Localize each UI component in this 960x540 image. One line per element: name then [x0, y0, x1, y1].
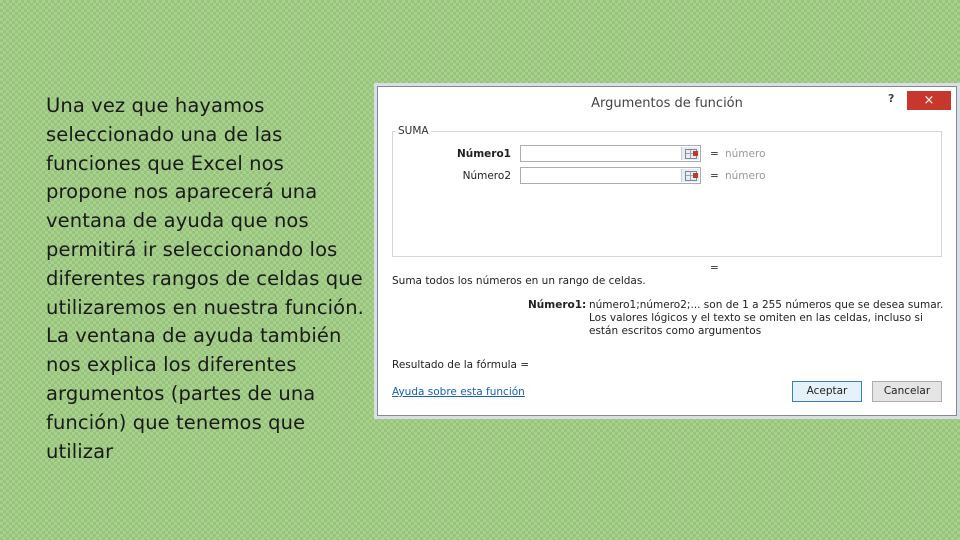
formula-result: Resultado de la fórmula =: [392, 359, 530, 371]
numero1-input[interactable]: [520, 145, 701, 162]
arg-hint-numero2: número: [725, 170, 766, 182]
range-selector-icon[interactable]: [681, 147, 699, 160]
ok-button[interactable]: Aceptar: [792, 381, 862, 402]
arg-label-numero2: Número2: [462, 170, 511, 182]
close-button[interactable]: ×: [907, 91, 951, 110]
arg-hint-numero1: número: [725, 148, 766, 160]
function-description: Suma todos los números en un rango de ce…: [392, 275, 646, 287]
dialog-titlebar[interactable]: Argumentos de función ? ×: [378, 87, 956, 119]
result-equals: =: [710, 262, 719, 274]
numero2-input[interactable]: [520, 167, 701, 184]
arg-description: número1;número2;... son de 1 a 255 númer…: [589, 299, 944, 337]
help-icon[interactable]: ?: [888, 92, 894, 105]
cancel-button[interactable]: Cancelar: [872, 381, 942, 402]
dialog-title: Argumentos de función: [591, 96, 743, 111]
help-link[interactable]: Ayuda sobre esta función: [392, 386, 525, 398]
arg-equals: =: [710, 148, 719, 160]
function-name: SUMA: [396, 125, 431, 137]
function-arguments-dialog: Argumentos de función ? × SUMA Número1 =…: [377, 86, 957, 416]
slide-body-text: Una vez que hayamos seleccionado una de …: [46, 94, 364, 463]
range-selector-icon[interactable]: [681, 169, 699, 182]
arg-equals: =: [710, 170, 719, 182]
arg-description-name: Número1:: [528, 299, 587, 311]
arg-label-numero1: Número1: [456, 148, 511, 160]
